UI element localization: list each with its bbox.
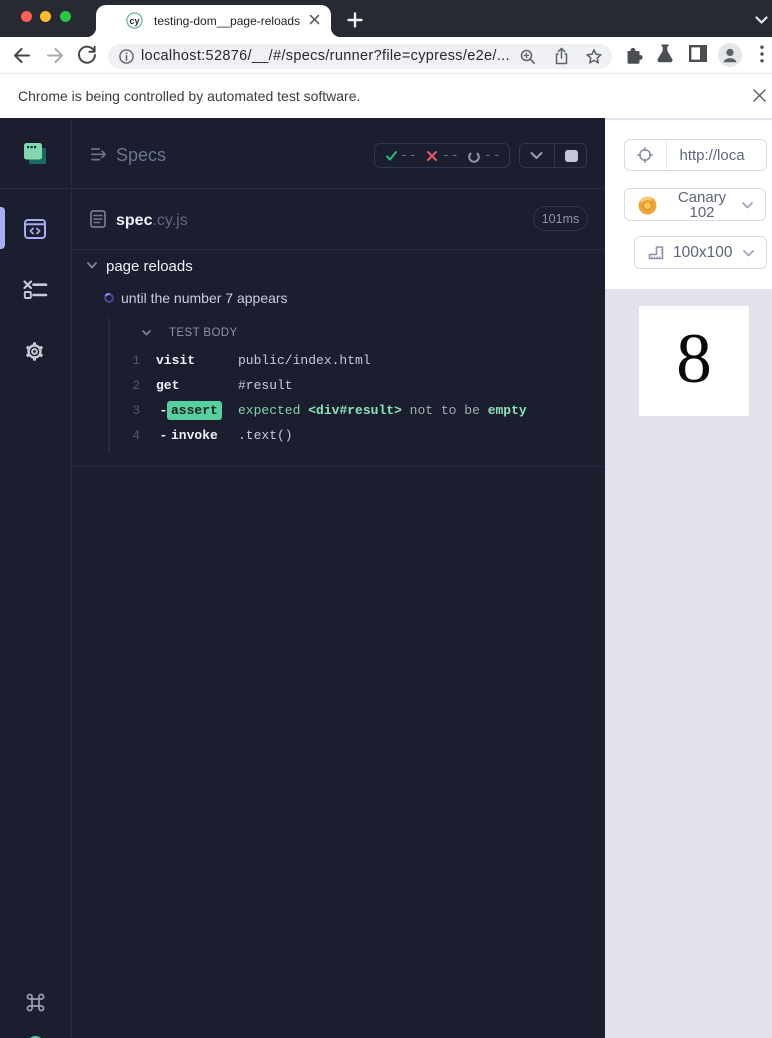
svg-text:cy: cy [129, 16, 139, 26]
